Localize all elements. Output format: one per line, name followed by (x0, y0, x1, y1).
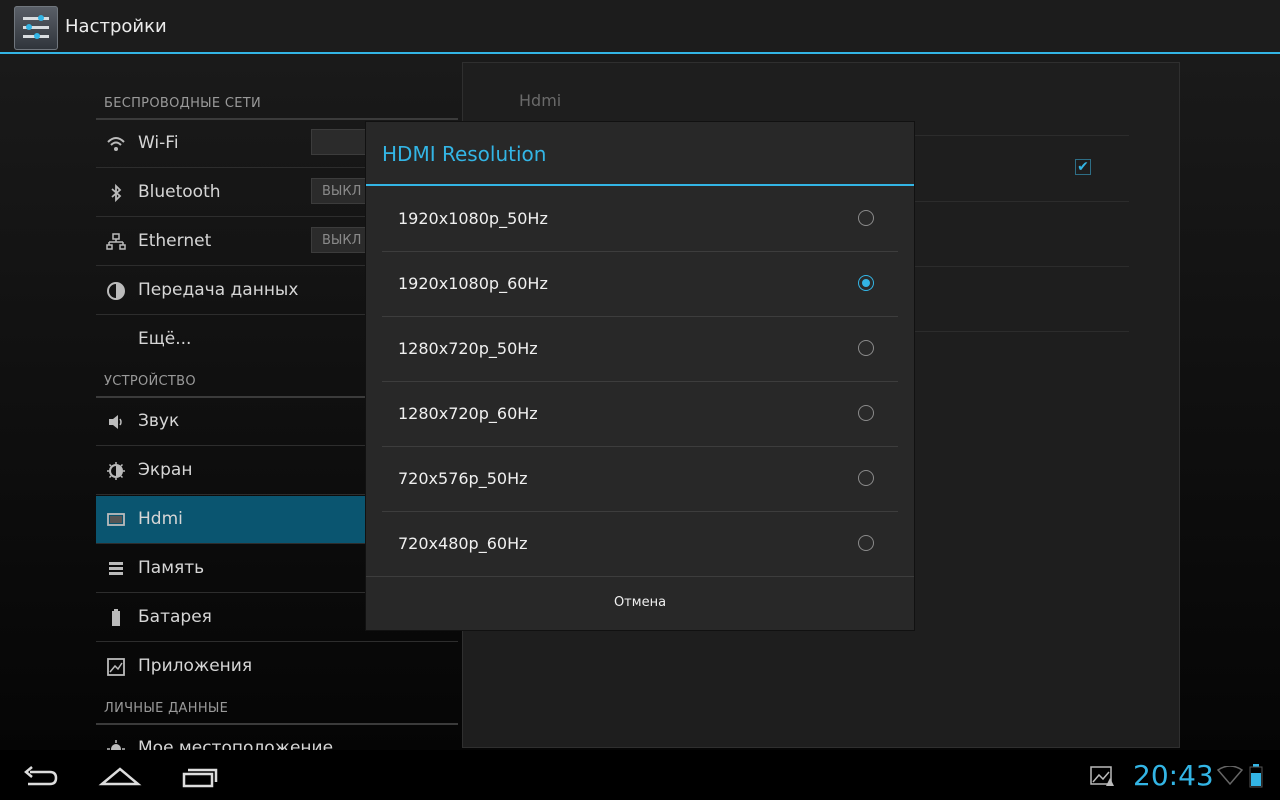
data-usage-icon (106, 281, 126, 301)
gallery-notification-icon[interactable] (1090, 764, 1116, 792)
resolution-option[interactable]: 1280x720p_60Hz (382, 382, 898, 447)
wifi-signal-icon (1216, 765, 1244, 790)
dialog-footer: Отмена (366, 576, 914, 630)
wifi-icon (106, 134, 126, 154)
action-bar: Настройки (0, 0, 1280, 54)
sidebar-item-label: Wi-Fi (138, 133, 179, 153)
location-icon (106, 739, 126, 750)
sidebar-item-label: Ethernet (138, 231, 212, 251)
wifi-toggle[interactable] (311, 129, 371, 155)
ethernet-toggle[interactable]: ВЫКЛ (311, 227, 371, 253)
sidebar-item-label: Батарея (138, 607, 212, 627)
hdmi-icon (106, 510, 126, 530)
recent-apps-icon[interactable] (178, 758, 226, 794)
detail-title: Hdmi (519, 91, 562, 110)
section-header-wireless: БЕСПРОВОДНЫЕ СЕТИ (104, 96, 262, 111)
sidebar-item-location[interactable]: Мое местоположение (96, 725, 458, 750)
resolution-option[interactable]: 1280x720p_50Hz (382, 317, 898, 382)
cancel-button[interactable]: Отмена (614, 595, 666, 610)
section-header-device: УСТРОЙСТВО (104, 374, 196, 389)
option-label: 1280x720p_60Hz (398, 404, 538, 423)
status-clock[interactable]: 20:43 (1133, 759, 1214, 792)
resolution-option[interactable]: 720x576p_50Hz (382, 447, 898, 512)
radio-button[interactable] (858, 340, 874, 356)
option-label: 1920x1080p_50Hz (398, 209, 548, 228)
dialog-title-divider (366, 184, 914, 186)
resolution-option[interactable]: 1920x1080p_50Hz (382, 187, 898, 252)
battery-icon (106, 608, 126, 628)
sidebar-item-label: Hdmi (138, 509, 183, 529)
sidebar-item-label: Мое местоположение (138, 738, 334, 750)
sidebar-item-label: Экран (138, 460, 193, 480)
radio-button[interactable] (858, 535, 874, 551)
resolution-option[interactable]: 1920x1080p_60Hz (382, 252, 898, 317)
sidebar-item-label: Передача данных (138, 280, 299, 300)
option-label: 720x480p_60Hz (398, 534, 528, 553)
storage-icon (106, 559, 126, 579)
option-label: 1280x720p_50Hz (398, 339, 538, 358)
sidebar-item-label: Звук (138, 411, 180, 431)
hdmi-resolution-dialog: HDMI Resolution 1920x1080p_50Hz 1920x108… (366, 122, 914, 630)
section-header-personal: ЛИЧНЫЕ ДАННЫЕ (104, 701, 229, 716)
sidebar-item-label: Ещё... (138, 329, 192, 349)
radio-button[interactable] (858, 405, 874, 421)
settings-sliders-icon[interactable] (14, 6, 58, 50)
bluetooth-toggle[interactable]: ВЫКЛ (311, 178, 371, 204)
option-label: 1920x1080p_60Hz (398, 274, 548, 293)
dialog-title: HDMI Resolution (382, 142, 547, 166)
speaker-icon (106, 412, 126, 432)
brightness-icon (106, 461, 126, 481)
radio-button[interactable] (858, 470, 874, 486)
sidebar-item-label: Bluetooth (138, 182, 221, 202)
hdmi-enable-checkbox[interactable]: ✔ (1075, 159, 1091, 175)
sidebar-item-apps[interactable]: Приложения (96, 643, 458, 691)
battery-status-icon (1248, 763, 1264, 793)
back-icon[interactable] (18, 758, 66, 794)
radio-button-checked[interactable] (858, 275, 874, 291)
bluetooth-icon (106, 183, 126, 203)
apps-icon (106, 657, 126, 677)
sidebar-item-label: Приложения (138, 656, 253, 676)
sidebar-item-label: Память (138, 558, 205, 578)
radio-button[interactable] (858, 210, 874, 226)
ethernet-icon (106, 232, 126, 252)
resolution-option[interactable]: 720x480p_60Hz (382, 512, 898, 577)
system-navigation-bar: 20:43 (0, 750, 1280, 800)
home-icon[interactable] (96, 758, 144, 794)
app-title: Настройки (65, 16, 167, 37)
option-label: 720x576p_50Hz (398, 469, 528, 488)
